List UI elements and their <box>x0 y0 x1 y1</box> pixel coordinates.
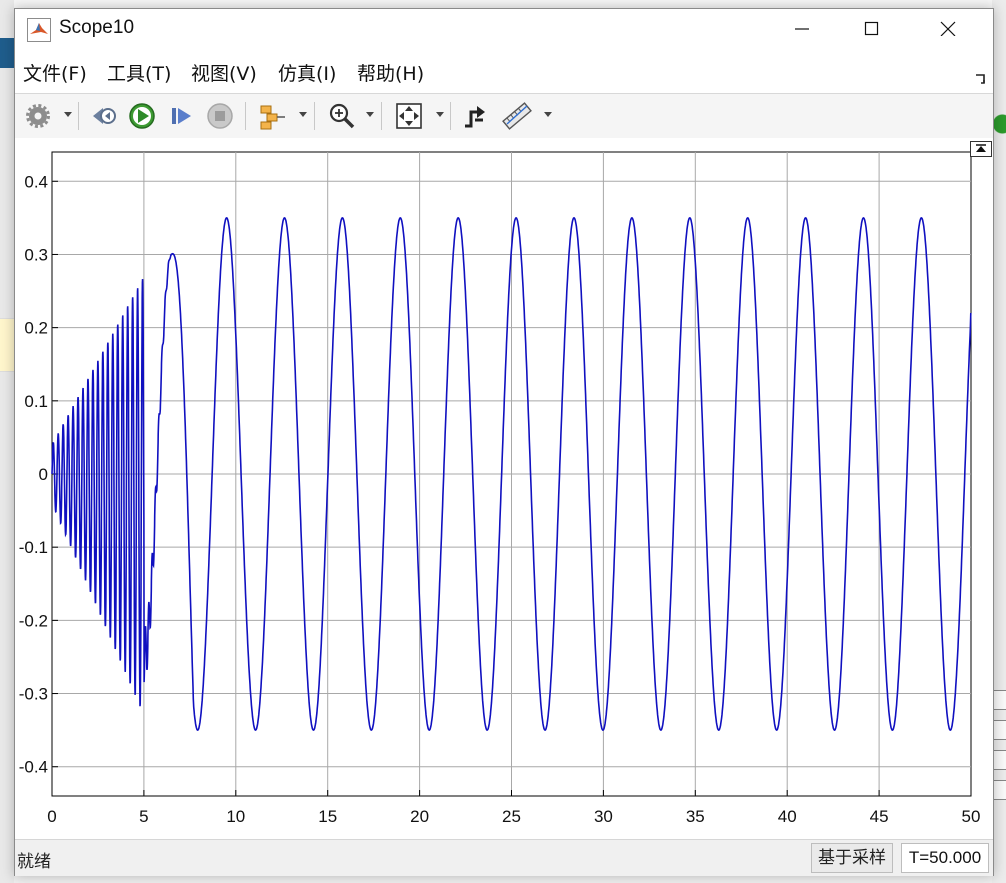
toolbar-separator <box>314 102 315 130</box>
x-tick-label: 45 <box>870 807 889 826</box>
zoom-dropdown-icon[interactable] <box>366 112 374 117</box>
fit-axes-icon[interactable] <box>393 100 425 132</box>
y-tick-label: 0.4 <box>24 172 48 191</box>
background-box <box>993 750 1006 770</box>
background-app-note <box>0 318 14 372</box>
menu-bar: 文件(F) 工具(T) 视图(V) 仿真(I) 帮助(H) <box>15 61 993 89</box>
dock-arrow-icon[interactable] <box>975 69 987 84</box>
status-bar: 就绪 基于采样 T=50.000 <box>15 839 993 876</box>
y-tick-label: 0.2 <box>24 319 48 338</box>
fit-dropdown-icon[interactable] <box>436 112 444 117</box>
x-tick-label: 20 <box>410 807 429 826</box>
maximize-button[interactable] <box>837 9 907 47</box>
close-button[interactable] <box>913 9 983 47</box>
measurements-icon[interactable] <box>501 100 533 132</box>
stop-icon[interactable] <box>205 100 235 132</box>
menu-help[interactable]: 帮助(H) <box>357 61 424 87</box>
x-tick-label: 15 <box>318 807 337 826</box>
sim-time-indicator: T=50.000 <box>901 843 989 873</box>
background-app-bar <box>0 38 14 68</box>
signal-dropdown-icon[interactable] <box>299 112 307 117</box>
close-icon <box>940 21 956 36</box>
toolbar-separator <box>245 102 246 130</box>
y-tick-label: -0.4 <box>19 758 48 777</box>
y-tick-label: 0.1 <box>24 392 48 411</box>
gear-dropdown-icon[interactable] <box>64 112 72 117</box>
toolbar-separator <box>78 102 79 130</box>
toolbar-separator <box>450 102 451 130</box>
run-icon[interactable] <box>127 100 157 132</box>
y-tick-label: 0 <box>39 465 48 484</box>
x-tick-label: 35 <box>686 807 705 826</box>
toolbar <box>15 93 993 139</box>
signal-highlight-icon[interactable] <box>257 100 287 132</box>
background-box <box>993 690 1006 710</box>
x-tick-label: 40 <box>778 807 797 826</box>
y-tick-label: -0.2 <box>19 611 48 630</box>
x-tick-label: 5 <box>139 807 148 826</box>
menu-view[interactable]: 视图(V) <box>191 61 257 87</box>
matlab-icon <box>27 18 51 42</box>
undock-axes-button[interactable] <box>970 141 992 157</box>
status-text: 就绪 <box>17 852 51 872</box>
maximize-icon <box>864 21 879 36</box>
background-box <box>993 780 1006 800</box>
background-run-icon <box>994 108 1006 140</box>
y-tick-label: -0.3 <box>19 685 48 704</box>
menu-simulation[interactable]: 仿真(I) <box>278 61 336 87</box>
background-app-top <box>0 0 1006 8</box>
step-back-icon[interactable] <box>89 100 119 132</box>
x-tick-label: 50 <box>962 807 981 826</box>
background-box <box>993 720 1006 740</box>
x-tick-label: 0 <box>47 807 56 826</box>
title-bar[interactable]: Scope10 <box>15 9 993 47</box>
x-tick-label: 10 <box>226 807 245 826</box>
toolbar-separator <box>381 102 382 130</box>
zoom-icon[interactable] <box>327 100 357 132</box>
minimize-button[interactable] <box>767 9 837 47</box>
y-tick-label: -0.1 <box>19 538 48 557</box>
measurements-dropdown-icon[interactable] <box>544 112 552 117</box>
background-app-left <box>0 0 14 883</box>
y-tick-label: 0.3 <box>24 245 48 264</box>
minimize-icon <box>795 28 809 30</box>
gear-icon[interactable] <box>25 100 51 132</box>
scope-plot-area[interactable]: 0 5 10 15 20 25 30 35 40 45 50 0.4 0.3 0.2 0.1 0 -0.1 -0.… <box>15 138 993 834</box>
menu-file[interactable]: 文件(F) <box>23 61 87 87</box>
sample-mode-indicator: 基于采样 <box>811 843 893 873</box>
x-tick-label: 30 <box>594 807 613 826</box>
window-title: Scope10 <box>59 17 135 38</box>
menu-tools[interactable]: 工具(T) <box>107 61 171 87</box>
step-forward-icon[interactable] <box>167 100 197 132</box>
scope-window: Scope10 文件(F) 工具(T) 视图(V) 仿真(I) 帮助(H) 0 … <box>14 8 994 876</box>
x-tick-label: 25 <box>502 807 521 826</box>
arrow-up-icon <box>976 144 986 152</box>
triggers-icon[interactable] <box>461 100 491 132</box>
scope-chart[interactable]: 0 5 10 15 20 25 30 35 40 45 50 0.4 0.3 0.2 0.1 0 -0.1 -0.… <box>15 138 993 834</box>
